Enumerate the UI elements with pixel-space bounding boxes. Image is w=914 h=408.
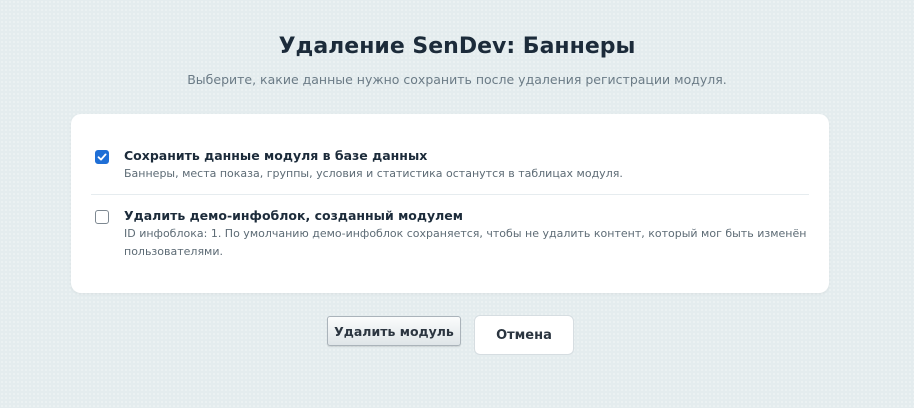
page-title: Удаление SenDev: Баннеры [278,34,636,59]
delete-demo-iblock-label: Удалить демо-инфоблок, созданный модулем [124,208,463,223]
option-divider [91,194,809,195]
keep-data-description: Баннеры, места показа, группы, условия и… [124,167,623,180]
checkmark-icon [97,153,107,161]
keep-data-label: Сохранить данные модуля в базе данных [124,148,428,163]
cancel-button[interactable]: Отмена [474,315,574,355]
delete-demo-iblock-description: ID инфоблока: 1. По умолчанию демо-инфоб… [124,227,807,258]
options-card: Сохранить данные модуля в базе данных Ба… [71,114,829,293]
delete-demo-iblock-checkbox[interactable] [95,210,109,224]
delete-module-button[interactable]: Удалить модуль [327,316,461,346]
keep-data-checkbox[interactable] [95,150,109,164]
page-subtitle: Выберите, какие данные нужно сохранить п… [187,72,727,87]
